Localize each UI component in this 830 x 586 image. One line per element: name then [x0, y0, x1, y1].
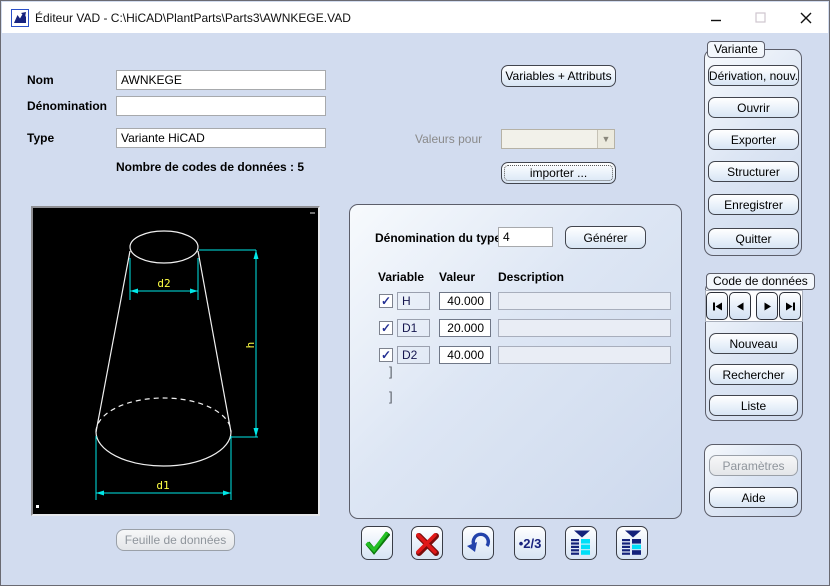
- titlebar: Éditeur VAD - C:\HiCAD\PlantParts\Parts3…: [2, 2, 828, 33]
- row-checkbox[interactable]: ✓: [379, 321, 393, 335]
- first-record-icon: [711, 300, 724, 313]
- liste-button[interactable]: Liste: [709, 395, 798, 416]
- variables-attributs-button[interactable]: Variables + Attributs: [501, 65, 616, 87]
- variable-value-input[interactable]: [439, 319, 491, 337]
- last-record-icon: [784, 300, 797, 313]
- ouvrir-button[interactable]: Ouvrir: [708, 97, 799, 118]
- variable-name-field[interactable]: D1: [397, 319, 430, 337]
- undo-button[interactable]: [462, 526, 494, 560]
- first-record-button[interactable]: [706, 292, 728, 320]
- window-title: Éditeur VAD - C:\HiCAD\PlantParts\Parts3…: [35, 11, 351, 25]
- dim-label-d1: d1: [156, 479, 169, 492]
- nouveau-button[interactable]: Nouveau: [709, 333, 798, 354]
- data-list-current-icon: [620, 530, 644, 557]
- structurer-button[interactable]: Structurer: [708, 161, 799, 182]
- valeurs-pour-value: [502, 130, 597, 148]
- part-preview-canvas[interactable]: d2 h d1: [31, 206, 320, 516]
- maximize-button: [738, 2, 783, 33]
- variable-description-field[interactable]: [498, 346, 671, 364]
- enregistrer-button[interactable]: Enregistrer: [708, 194, 799, 215]
- denomination-label: Dénomination: [27, 99, 107, 113]
- last-record-button[interactable]: [779, 292, 801, 320]
- col-header-variable: Variable: [378, 270, 424, 284]
- previous-record-icon: [734, 300, 747, 313]
- page-indicator-button[interactable]: •2/3: [514, 526, 546, 560]
- cancel-button[interactable]: [411, 526, 443, 560]
- row-checkbox[interactable]: ✓: [379, 294, 393, 308]
- chevron-down-icon: ▼: [597, 130, 614, 148]
- variante-group-label: Variante: [707, 41, 765, 58]
- nom-label: Nom: [27, 73, 54, 87]
- variable-name-field[interactable]: D2: [397, 346, 430, 364]
- variable-name-field[interactable]: H: [397, 292, 430, 310]
- page-indicator-text: •2/3: [519, 536, 542, 551]
- cone-drawing: d2 h d1: [33, 208, 318, 514]
- rechercher-button[interactable]: Rechercher: [709, 364, 798, 385]
- close-button[interactable]: [783, 2, 828, 33]
- importer-button[interactable]: importer ...: [501, 162, 616, 184]
- col-header-description: Description: [498, 270, 564, 284]
- denomination-du-type-input[interactable]: [498, 227, 553, 247]
- generer-button[interactable]: Générer: [565, 226, 646, 249]
- variable-value-input[interactable]: [439, 292, 491, 310]
- denomination-input[interactable]: [116, 96, 326, 116]
- row-checkbox[interactable]: ✓: [379, 348, 393, 362]
- dim-label-h: h: [244, 342, 257, 349]
- undo-arrow-icon: [465, 530, 491, 556]
- next-record-icon: [761, 300, 774, 313]
- valeurs-pour-label: Valeurs pour: [415, 132, 482, 146]
- data-list-current-button[interactable]: [616, 526, 648, 560]
- stray-bracket: ]: [389, 364, 393, 379]
- type-label: Type: [27, 131, 54, 145]
- variable-value-input[interactable]: [439, 346, 491, 364]
- app-icon: [11, 9, 29, 27]
- data-list-all-icon: [569, 530, 593, 557]
- code-donnees-group-label: Code de données: [706, 273, 815, 290]
- editor-vad-window: Éditeur VAD - C:\HiCAD\PlantParts\Parts3…: [0, 0, 830, 586]
- data-list-all-button[interactable]: [565, 526, 597, 560]
- cancel-x-icon: [414, 530, 440, 556]
- feuille-de-donnees-button[interactable]: Feuille de données: [116, 529, 235, 551]
- aide-button[interactable]: Aide: [709, 487, 798, 508]
- previous-record-button[interactable]: [729, 292, 751, 320]
- derivation-nouv-button[interactable]: Dérivation, nouv.: [708, 65, 799, 86]
- valeurs-pour-combobox[interactable]: ▼: [501, 129, 615, 149]
- denomination-du-type-label: Dénomination du type: [375, 231, 501, 245]
- exporter-button[interactable]: Exporter: [708, 129, 799, 150]
- parametres-button: Paramètres: [709, 455, 798, 476]
- ok-check-icon: [364, 530, 390, 556]
- nom-input[interactable]: [116, 70, 326, 90]
- dim-label-d2: d2: [157, 277, 170, 290]
- minimize-button[interactable]: [693, 2, 738, 33]
- next-record-button[interactable]: [756, 292, 778, 320]
- codes-count-text: Nombre de codes de données : 5: [116, 160, 304, 174]
- type-input[interactable]: [116, 128, 326, 148]
- ok-button[interactable]: [361, 526, 393, 560]
- col-header-valeur: Valeur: [439, 270, 475, 284]
- variable-description-field[interactable]: [498, 319, 671, 337]
- quitter-button[interactable]: Quitter: [708, 228, 799, 249]
- stray-bracket: ]: [389, 389, 393, 404]
- variable-description-field[interactable]: [498, 292, 671, 310]
